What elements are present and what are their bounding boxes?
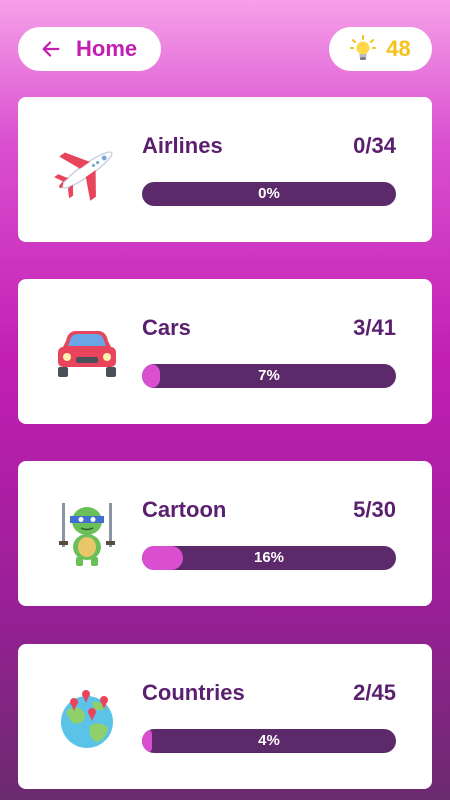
- car-icon: [58, 331, 116, 377]
- category-title: Countries: [142, 680, 245, 705]
- lightbulb-icon: [350, 35, 377, 60]
- category-card-cars[interactable]: Cars 3/41 7%: [18, 279, 432, 424]
- category-count: 2/45: [353, 680, 396, 705]
- category-title: Cartoon: [142, 497, 227, 522]
- progress-bar: 16%: [142, 546, 396, 570]
- category-card-countries[interactable]: Countries 2/45 4%: [18, 644, 432, 789]
- progress-bar: 0%: [142, 182, 396, 206]
- category-count: 3/41: [353, 315, 396, 340]
- category-title: Airlines: [142, 133, 223, 158]
- globe-icon: [61, 690, 113, 748]
- progress-label: 0%: [258, 185, 280, 202]
- progress-bar: 7%: [142, 364, 396, 388]
- category-count: 5/30: [353, 497, 396, 522]
- ninja-turtle-icon: [59, 503, 115, 566]
- progress-label: 16%: [253, 549, 285, 566]
- back-arrow-icon: [42, 41, 60, 57]
- hints-count: 48: [386, 36, 411, 61]
- hints-counter[interactable]: 48: [329, 27, 432, 71]
- category-title: Cars: [142, 315, 191, 340]
- home-label: Home: [76, 36, 138, 61]
- airplane-icon: [54, 151, 113, 201]
- home-button[interactable]: Home: [18, 27, 161, 71]
- progress-label: 4%: [258, 732, 280, 749]
- category-card-airlines[interactable]: Airlines 0/34 0%: [18, 97, 432, 242]
- progress-bar: 4%: [142, 729, 396, 753]
- category-count: 0/34: [353, 133, 396, 158]
- category-card-cartoon[interactable]: Cartoon 5/30 16%: [18, 461, 432, 606]
- progress-label: 7%: [258, 367, 280, 384]
